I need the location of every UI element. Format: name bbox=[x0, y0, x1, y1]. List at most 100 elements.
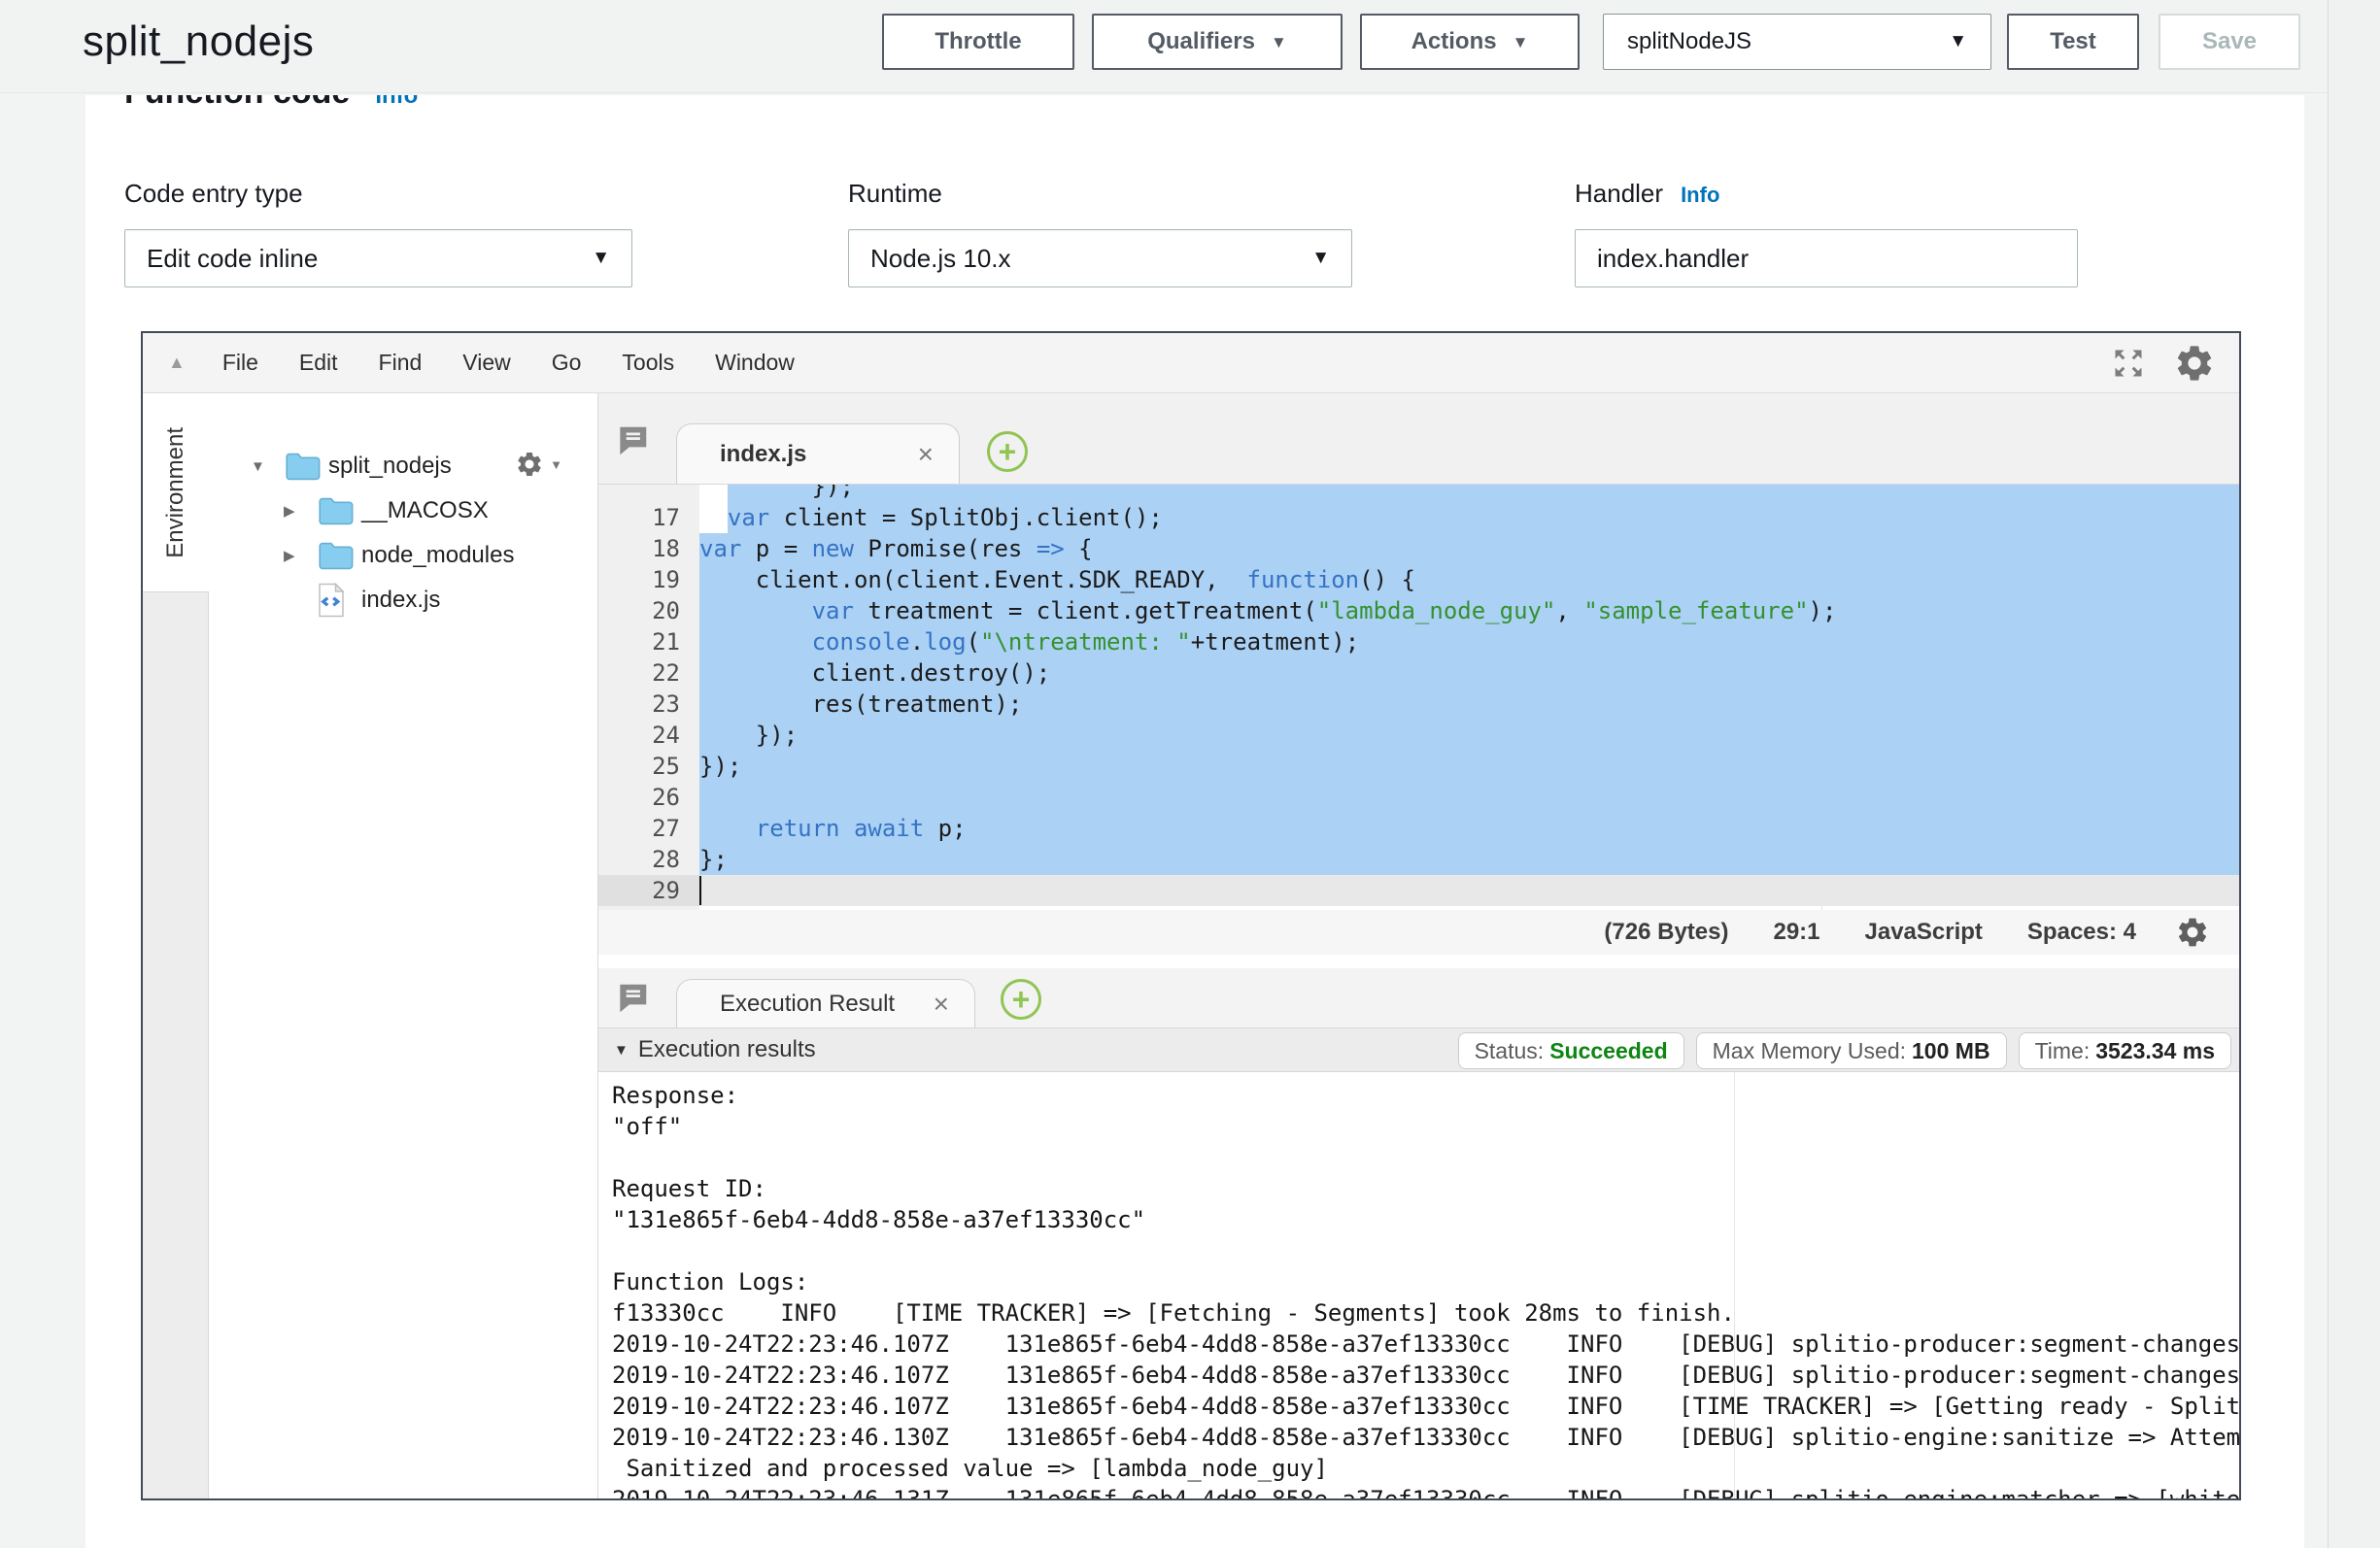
menu-item-window[interactable]: Window bbox=[715, 350, 795, 376]
code-entry-type-label: Code entry type bbox=[124, 179, 303, 209]
function-version-select[interactable]: splitNodeJS ▼ bbox=[1603, 14, 1991, 70]
new-tab-button[interactable]: + bbox=[1001, 979, 1041, 1020]
save-button[interactable]: Save bbox=[2159, 14, 2300, 70]
runtime-label: Runtime bbox=[848, 179, 942, 209]
environment-tab-label: Environment bbox=[162, 427, 189, 558]
chevron-down-icon: ▼ bbox=[592, 248, 610, 269]
tree-item-node_modules[interactable]: ▶ node_modules bbox=[210, 533, 597, 578]
code-text: res(treatment); bbox=[699, 689, 2239, 720]
memory-badge: Max Memory Used:100 MB bbox=[1696, 1032, 2007, 1069]
tab-list-icon[interactable] bbox=[614, 980, 651, 1022]
test-button[interactable]: Test bbox=[2007, 14, 2139, 70]
line-number: 27 bbox=[598, 813, 699, 844]
time-badge: Time:3523.34 ms bbox=[2019, 1032, 2231, 1069]
execution-log[interactable]: Response:"off" Request ID:"131e865f-6eb4… bbox=[598, 1072, 2239, 1498]
log-line: Function Logs: bbox=[598, 1266, 2239, 1297]
handler-input[interactable] bbox=[1575, 229, 2078, 287]
menu-item-view[interactable]: View bbox=[462, 350, 510, 376]
code-line-29: 29 bbox=[598, 875, 2239, 906]
collapse-menu-icon[interactable]: ▲ bbox=[168, 353, 186, 373]
menu-item-find[interactable]: Find bbox=[379, 350, 423, 376]
line-number: 17 bbox=[598, 502, 699, 533]
code-cell: }); bbox=[699, 720, 2239, 751]
menu-item-tools[interactable]: Tools bbox=[622, 350, 674, 376]
function-name-title: split_nodejs bbox=[83, 17, 314, 66]
line-number: 26 bbox=[598, 782, 699, 813]
qualifiers-button-label: Qualifiers bbox=[1147, 28, 1255, 55]
code-entry-type-select[interactable]: Edit code inline ▼ bbox=[124, 229, 632, 287]
fullscreen-icon[interactable] bbox=[2111, 346, 2146, 381]
code-editor[interactable]: });17 var client = SplitObj.client();18v… bbox=[598, 485, 2239, 910]
runtime-select[interactable]: Node.js 10.x ▼ bbox=[848, 229, 1352, 287]
handler-label: HandlerInfo bbox=[1575, 179, 1719, 209]
code-cell: return await p; bbox=[699, 813, 2239, 844]
log-line: 2019-10-24T22:23:46.107Z 131e865f-6eb4-4… bbox=[598, 1329, 2239, 1360]
file-tree[interactable]: ▼split_nodejs▼▶__MACOSX▶node_modulesinde… bbox=[210, 393, 598, 1498]
tree-item-label: node_modules bbox=[361, 542, 514, 569]
tree-settings-gear-icon[interactable]: ▼ bbox=[515, 450, 562, 479]
folder-icon bbox=[284, 451, 326, 482]
new-tab-button[interactable]: + bbox=[987, 431, 1028, 472]
status-items: (726 Bytes)29:1JavaScriptSpaces: 4 bbox=[1604, 919, 2136, 946]
editor-tabbar: index.js × + bbox=[598, 393, 2239, 485]
chevron-right-icon[interactable]: ▶ bbox=[284, 502, 317, 520]
close-icon[interactable]: × bbox=[934, 991, 974, 1018]
code-line-25: 25}); bbox=[598, 751, 2239, 782]
tree-item-__MACOSX[interactable]: ▶__MACOSX bbox=[210, 488, 597, 533]
badge-label: Max Memory Used: bbox=[1713, 1038, 1906, 1064]
tab-list-icon[interactable] bbox=[614, 422, 651, 464]
tree-item-split_nodejs[interactable]: ▼ split_nodejs ▼ bbox=[210, 444, 597, 488]
badge-value: 100 MB bbox=[1912, 1038, 1990, 1064]
code-text: console.log("\ntreatment: "+treatment); bbox=[699, 626, 2239, 657]
environment-tab[interactable]: Environment bbox=[143, 393, 209, 592]
editor-status-bar: (726 Bytes)29:1JavaScriptSpaces: 4 bbox=[598, 910, 2239, 955]
log-line: f13330cc INFO [TIME TRACKER] => [Fetchin… bbox=[598, 1297, 2239, 1329]
line-number: 28 bbox=[598, 844, 699, 875]
log-line: Response: bbox=[598, 1080, 2239, 1111]
editor-settings-gear-icon[interactable] bbox=[2175, 915, 2210, 950]
menu-item-edit[interactable]: Edit bbox=[299, 350, 338, 376]
page-header: split_nodejs Throttle Qualifiers ▼ Actio… bbox=[0, 0, 2328, 93]
handler-info-link[interactable]: Info bbox=[1681, 183, 1719, 207]
close-icon[interactable]: × bbox=[918, 441, 959, 468]
code-line-24: 24 }); bbox=[598, 720, 2239, 751]
line-number: 22 bbox=[598, 657, 699, 689]
badge-value: 3523.34 ms bbox=[2095, 1038, 2215, 1064]
code-cell: var treatment = client.getTreatment("lam… bbox=[699, 595, 2239, 626]
code-text: }; bbox=[699, 844, 2239, 875]
status-item: JavaScript bbox=[1865, 919, 1983, 946]
code-text: var client = SplitObj.client(); bbox=[699, 502, 2239, 533]
line-number: 19 bbox=[598, 564, 699, 595]
ide-settings-gear-icon[interactable] bbox=[2173, 342, 2216, 385]
chevron-right-icon[interactable]: ▶ bbox=[284, 547, 317, 564]
chevron-down-icon: ▼ bbox=[1311, 248, 1330, 269]
code-line-26: 26 bbox=[598, 782, 2239, 813]
qualifiers-button[interactable]: Qualifiers ▼ bbox=[1092, 14, 1343, 70]
code-text: }); bbox=[699, 720, 2239, 751]
log-line: "131e865f-6eb4-4dd8-858e-a37ef13330cc" bbox=[598, 1204, 2239, 1235]
text-cursor bbox=[699, 876, 701, 905]
log-line bbox=[598, 1142, 2239, 1173]
execution-result-tab[interactable]: Execution Result × bbox=[676, 979, 975, 1027]
editor-tab-index-js[interactable]: index.js × bbox=[676, 423, 960, 484]
chevron-down-icon[interactable]: ▼ bbox=[614, 1042, 629, 1059]
page-scrollbar[interactable] bbox=[2328, 0, 2380, 1548]
chevron-down-icon[interactable]: ▼ bbox=[251, 458, 284, 475]
editor-column: index.js × + }); 17 var client = SplitObj… bbox=[598, 393, 2239, 1498]
log-line: 2019-10-24T22:23:46.131Z 131e865f-6eb4-4… bbox=[598, 1484, 2239, 1498]
log-line: 2019-10-24T22:23:46.107Z 131e865f-6eb4-4… bbox=[598, 1360, 2239, 1391]
code-text: var p = new Promise(res => { bbox=[699, 533, 2239, 564]
tree-item-label: split_nodejs bbox=[328, 453, 452, 480]
menu-item-go[interactable]: Go bbox=[552, 350, 582, 376]
print-margin-line bbox=[1734, 1072, 1735, 1498]
log-line: Sanitized and processed value => [lambda… bbox=[598, 1453, 2239, 1484]
code-cell: client.on(client.Event.SDK_READY, functi… bbox=[699, 564, 2239, 595]
code-cell: var p = new Promise(res => { bbox=[699, 533, 2239, 564]
tree-item-index.js[interactable]: index.js bbox=[210, 578, 597, 623]
actions-button[interactable]: Actions ▼ bbox=[1360, 14, 1580, 70]
throttle-button[interactable]: Throttle bbox=[882, 14, 1074, 70]
gutter-cell bbox=[598, 485, 699, 502]
code-text: client.on(client.Event.SDK_READY, functi… bbox=[699, 564, 2239, 595]
menu-item-file[interactable]: File bbox=[222, 350, 258, 376]
code-cell: }; bbox=[699, 844, 2239, 875]
